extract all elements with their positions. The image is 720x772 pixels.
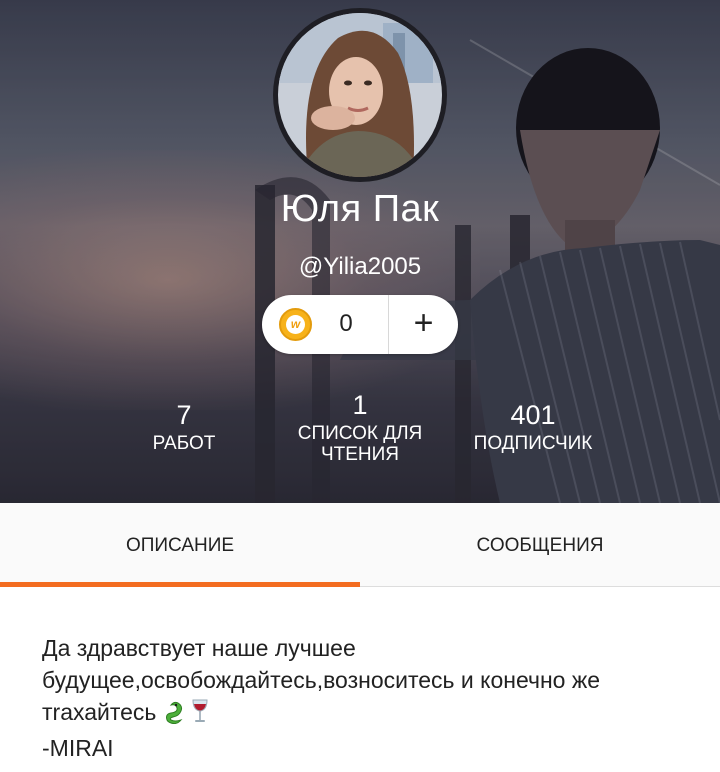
stat-followers-value: 401 [510, 400, 556, 430]
tab-about[interactable]: ОПИСАНИЕ [0, 503, 360, 587]
description-line-4: -MIRAI [42, 735, 114, 761]
wattpad-coin-icon: w [279, 308, 312, 341]
stat-followers[interactable]: 401 ПОДПИСЧИК [460, 400, 606, 454]
description-line-3-wrap: тrахайтесь [42, 696, 702, 732]
coin-icon-letter: w [286, 315, 305, 334]
stat-reading-lists[interactable]: 1 СПИСОК ДЛЯ ЧТЕНИЯ [280, 390, 440, 465]
profile-description: Да здравствует наше лучшее будущее,освоб… [42, 632, 702, 764]
stat-works[interactable]: 7 РАБОТ [134, 400, 234, 454]
avatar-photo [278, 13, 442, 177]
snake-emoji [165, 701, 183, 725]
stat-reading-lists-value: 1 [352, 390, 368, 420]
stat-works-label: РАБОТ [152, 433, 216, 454]
active-tab-indicator [0, 582, 360, 587]
coin-count: 0 [339, 310, 353, 337]
avatar[interactable] [273, 8, 447, 182]
description-line-2: будущее,освобождайтесь,возноситесь и кон… [42, 667, 601, 693]
stat-followers-label: ПОДПИСЧИК [473, 433, 593, 454]
stat-reading-lists-label-line2: ЧТЕНИЯ [320, 444, 400, 465]
description-emojis [163, 698, 209, 732]
stat-reading-lists-label-line1: СПИСОК ДЛЯ [297, 423, 423, 444]
stat-works-value: 7 [176, 400, 192, 430]
description-line-3: тrахайтесь [42, 699, 157, 725]
coin-balance-pill: w 0 + [262, 295, 458, 354]
profile-tabs: ОПИСАНИЕ СООБЩЕНИЯ [0, 503, 720, 587]
stat-reading-lists-label: СПИСОК ДЛЯ ЧТЕНИЯ [280, 423, 440, 465]
profile-name: Юля Пак [280, 188, 440, 230]
profile-username: @Yilia2005 [298, 253, 422, 280]
add-coins-button[interactable]: + [389, 295, 458, 354]
tab-messages[interactable]: СООБЩЕНИЯ [360, 503, 720, 587]
description-line-1: Да здравствует наше лучшее [42, 635, 356, 661]
wine-glass-emoji [192, 699, 208, 722]
